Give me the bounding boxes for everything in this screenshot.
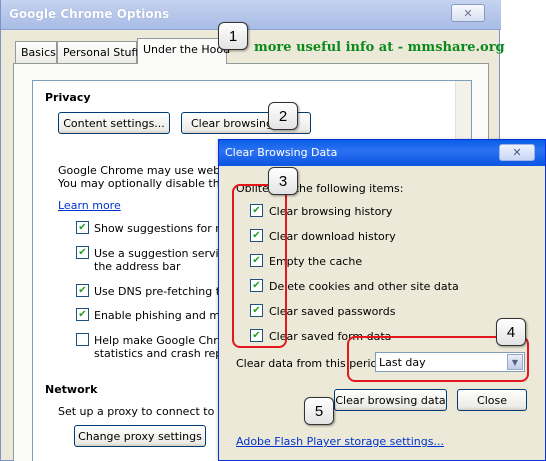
checkmark-icon: ✔ <box>78 221 87 233</box>
content-settings-button-label: Content settings... <box>63 116 165 130</box>
tab-personal-stuff[interactable]: Personal Stuff <box>57 41 140 63</box>
clear-history-label: Clear browsing history <box>269 205 393 218</box>
phishing-protection-checkbox[interactable]: ✔ <box>76 308 89 321</box>
watermark-text: more useful info at - mmshare.org <box>254 40 505 55</box>
tab-basics-label: Basics <box>21 46 56 59</box>
network-heading: Network <box>45 383 98 396</box>
callout-2-label: 2 <box>278 107 288 125</box>
dialog-title-bar[interactable]: Clear Browsing Data ✕ <box>219 140 545 166</box>
callout-2: 2 <box>268 102 298 130</box>
learn-more-link[interactable]: Learn more <box>58 199 121 212</box>
flash-storage-settings-link[interactable]: Adobe Flash Player storage settings... <box>236 435 444 448</box>
dialog-clear-browsing-data-button[interactable]: Clear browsing data <box>334 389 447 411</box>
close-icon: ✕ <box>463 6 473 20</box>
checkbox-highlight-box <box>232 184 287 348</box>
delete-cookies-label: Delete cookies and other site data <box>269 280 459 293</box>
dialog-close-text-button[interactable]: Close <box>457 389 527 411</box>
usage-stats-checkbox[interactable] <box>76 333 89 346</box>
tab-personal-stuff-label: Personal Stuff <box>63 46 140 59</box>
dialog-clear-button-label: Clear browsing data <box>335 393 446 407</box>
callout-5: 5 <box>304 397 334 425</box>
options-close-button[interactable]: ✕ <box>451 4 485 22</box>
options-title-bar[interactable]: Google Chrome Options ✕ <box>1 0 501 30</box>
dns-prefetch-checkbox[interactable]: ✔ <box>76 284 89 297</box>
content-settings-button[interactable]: Content settings... <box>58 112 170 134</box>
callout-5-label: 5 <box>314 402 324 420</box>
change-proxy-settings-button-label: Change proxy settings <box>78 429 202 443</box>
dialog-close-button[interactable]: ✕ <box>499 144 535 161</box>
checkmark-icon: ✔ <box>78 284 87 296</box>
privacy-heading: Privacy <box>45 91 91 104</box>
callout-3: 3 <box>268 167 298 195</box>
clear-passwords-label: Clear saved passwords <box>269 305 396 318</box>
clear-downloads-label: Clear download history <box>269 230 396 243</box>
callout-3-label: 3 <box>278 172 288 190</box>
options-window-title: Google Chrome Options <box>9 7 170 21</box>
callout-4: 4 <box>496 318 526 346</box>
close-icon: ✕ <box>512 146 522 159</box>
tab-basics[interactable]: Basics <box>15 41 57 63</box>
tab-under-the-hood-label: Under the Hood <box>143 43 231 56</box>
suggestion-service-label-line2: the address bar <box>94 260 181 273</box>
dialog-close-button-label: Close <box>477 393 507 407</box>
dialog-title: Clear Browsing Data <box>225 146 338 159</box>
tab-under-the-hood[interactable]: Under the Hood <box>137 38 231 64</box>
suggestions-checkbox[interactable]: ✔ <box>76 221 89 234</box>
suggestions-label: Show suggestions for navi <box>94 222 239 235</box>
usage-stats-label-line2: statistics and crash report <box>94 347 238 360</box>
callout-1: 1 <box>218 22 248 50</box>
change-proxy-settings-button[interactable]: Change proxy settings <box>74 425 206 447</box>
callout-1-label: 1 <box>228 27 238 45</box>
suggestion-service-checkbox[interactable]: ✔ <box>76 246 89 259</box>
checkmark-icon: ✔ <box>78 308 87 320</box>
checkmark-icon: ✔ <box>78 246 87 258</box>
callout-4-label: 4 <box>506 323 516 341</box>
